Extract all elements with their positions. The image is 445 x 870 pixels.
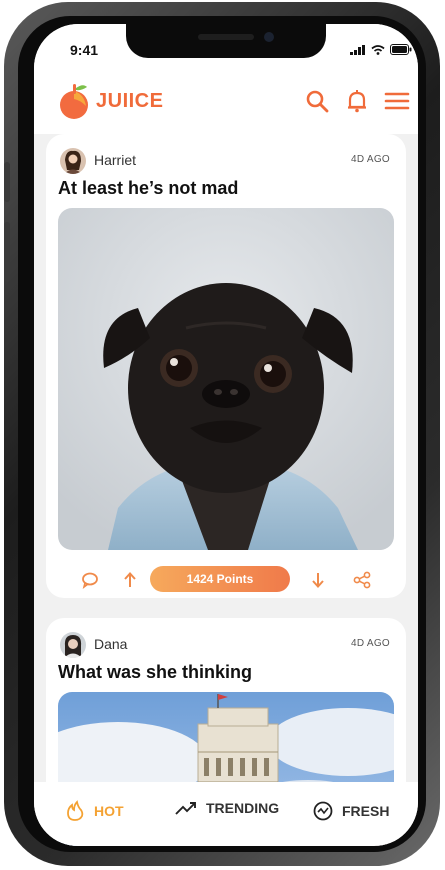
upvote-icon[interactable]	[120, 570, 140, 590]
screen: 9:41 JUIICE Harriet 4D AGO At least he’s…	[34, 24, 418, 846]
app-header: JUIICE	[34, 68, 418, 134]
status-icons	[350, 44, 412, 55]
juice-logo-icon	[60, 84, 88, 119]
fresh-icon	[313, 801, 333, 821]
signal-icon	[350, 44, 365, 55]
post-author[interactable]: Dana	[94, 636, 127, 652]
trend-icon	[175, 802, 196, 815]
downvote-icon[interactable]	[308, 570, 328, 590]
tab-trending[interactable]: TRENDING	[174, 800, 279, 816]
side-button	[4, 222, 10, 282]
tab-hot-label: HOT	[94, 803, 124, 819]
app-brand: JUIICE	[96, 90, 164, 112]
bell-icon[interactable]	[344, 88, 370, 114]
header-actions	[304, 88, 410, 114]
post-image[interactable]	[58, 208, 394, 550]
points-badge[interactable]: 1424 Points	[150, 566, 290, 592]
tab-trending-label: TRENDING	[206, 800, 280, 816]
post-card: Harriet 4D AGO At least he’s not mad 142…	[46, 134, 406, 598]
menu-icon[interactable]	[384, 88, 410, 114]
wifi-icon	[371, 44, 385, 55]
tab-hot[interactable]: HOT	[64, 800, 124, 822]
notch	[126, 24, 326, 58]
status-time: 9:41	[70, 42, 99, 58]
comment-icon[interactable]	[80, 570, 100, 590]
bottom-tab-bar: HOT TRENDING FRESH	[34, 782, 418, 846]
post-time: 4D AGO	[350, 154, 390, 165]
search-icon[interactable]	[304, 88, 330, 114]
post-time: 4D AGO	[350, 638, 390, 649]
tab-fresh-label: FRESH	[342, 803, 390, 819]
tab-fresh[interactable]: FRESH	[312, 800, 389, 822]
avatar[interactable]	[60, 148, 86, 174]
post-actions: 1424 Points	[46, 566, 406, 594]
avatar[interactable]	[60, 632, 86, 658]
side-button	[4, 162, 10, 202]
share-icon[interactable]	[352, 570, 372, 590]
post-title[interactable]: At least he’s not mad	[58, 178, 238, 199]
front-camera	[264, 32, 274, 42]
post-author[interactable]: Harriet	[94, 152, 136, 168]
post-title[interactable]: What was she thinking	[58, 662, 252, 683]
phone-frame: 9:41 JUIICE Harriet 4D AGO At least he’s…	[4, 2, 440, 866]
battery-icon	[390, 44, 412, 55]
speaker	[198, 34, 254, 40]
flame-icon	[67, 800, 84, 821]
